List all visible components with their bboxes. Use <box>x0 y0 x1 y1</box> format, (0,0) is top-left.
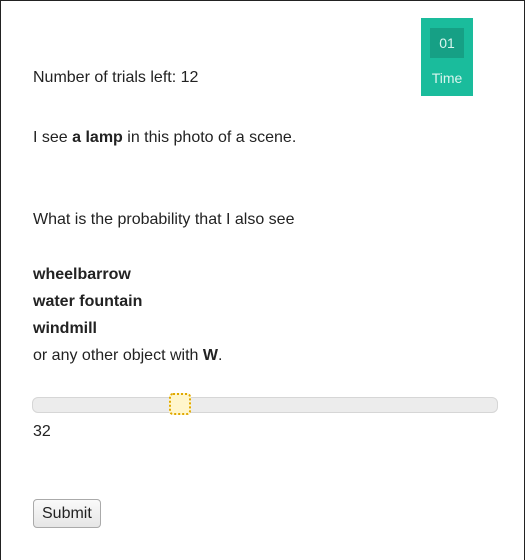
statement-suffix: in this photo of a scene. <box>122 129 297 146</box>
object-item: windmill <box>33 320 97 337</box>
other-suffix: . <box>217 347 223 364</box>
statement-object: a lamp <box>72 129 123 146</box>
other-prefix: or any other object with <box>33 347 203 364</box>
timer-widget: 01 Time <box>421 18 473 96</box>
question-text: What is the probability that I also see <box>33 211 295 228</box>
probability-slider[interactable] <box>32 397 498 413</box>
object-item: wheelbarrow <box>33 266 131 283</box>
timer-count: 01 <box>430 28 464 58</box>
trials-left-text: Number of trials left: 12 <box>33 69 199 86</box>
slider-handle[interactable] <box>169 393 191 415</box>
statement: I see a lamp in this photo of a scene. <box>33 128 296 148</box>
other-letter: W <box>202 347 218 364</box>
slider-value: 32 <box>33 423 51 440</box>
other-object-text: or any other object with W. <box>33 346 222 366</box>
statement-prefix: I see <box>33 129 73 146</box>
submit-button[interactable]: Submit <box>33 499 101 528</box>
object-item: water fountain <box>33 293 143 310</box>
timer-label: Time <box>431 70 463 86</box>
